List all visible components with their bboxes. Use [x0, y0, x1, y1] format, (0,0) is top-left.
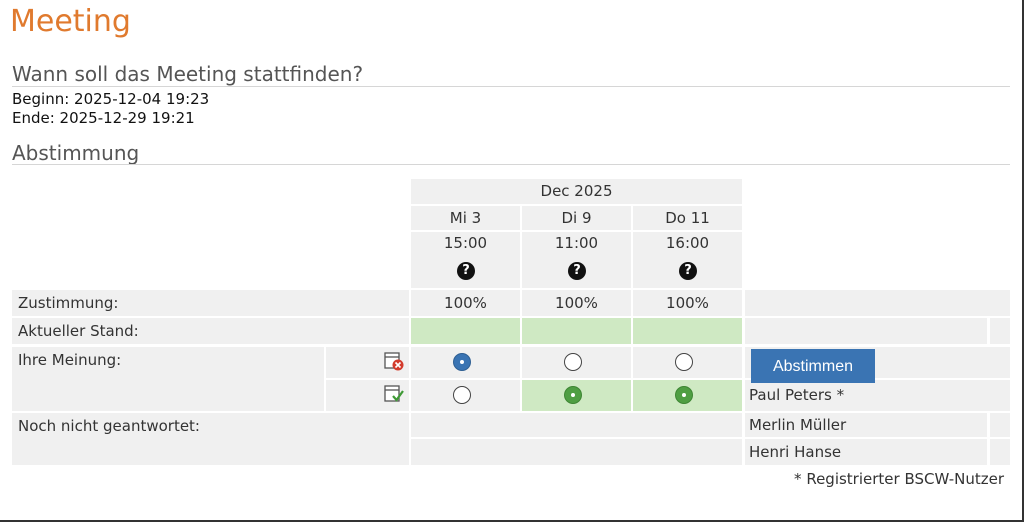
end-date: Ende: 2025-12-29 19:21	[12, 109, 195, 127]
not-answered-cell	[411, 413, 742, 437]
vote-cell	[633, 347, 742, 378]
participant-name: Merlin Müller	[745, 413, 987, 437]
not-answered-filler	[990, 439, 1010, 465]
participant-name: Henri Hanse	[745, 439, 987, 465]
agreement-value-2: 100%	[522, 290, 631, 316]
radio-selected[interactable]	[675, 386, 693, 404]
help-icon[interactable]: ?	[457, 262, 475, 280]
current-status-2	[522, 318, 631, 344]
calendar-accept-icon[interactable]	[383, 383, 405, 405]
help-icon[interactable]: ?	[679, 262, 697, 280]
decline-icon-cell	[326, 347, 409, 378]
your-opinion-label: Ihre Meinung:	[12, 347, 324, 411]
agreement-value-3: 100%	[633, 290, 742, 316]
month-header: Dec 2025	[411, 179, 742, 204]
when-heading: Wann soll das Meeting stattfinden?	[12, 62, 364, 86]
divider	[12, 86, 1010, 87]
time-cell-2: 11:00 ?	[522, 232, 631, 288]
vote-cell	[411, 380, 520, 411]
accept-icon-cell	[326, 380, 409, 411]
page-title: Meeting	[10, 4, 131, 39]
radio-selected[interactable]	[564, 386, 582, 404]
help-icon[interactable]: ?	[568, 262, 586, 280]
radio-unselected[interactable]	[564, 353, 582, 371]
radio-unselected[interactable]	[453, 386, 471, 404]
radio-unselected[interactable]	[675, 353, 693, 371]
time-cell-1: 15:00 ?	[411, 232, 520, 288]
current-status-3	[633, 318, 742, 344]
vote-heading: Abstimmung	[12, 141, 140, 165]
participant-name: Paul Peters *	[745, 380, 1010, 411]
time-cell-3: 16:00 ?	[633, 232, 742, 288]
current-status-label: Aktueller Stand:	[12, 318, 409, 344]
time-label: 11:00	[554, 234, 599, 252]
day-header-3: Do 11	[633, 206, 742, 230]
current-status-filler	[990, 318, 1010, 344]
radio-selected[interactable]	[453, 353, 471, 371]
vote-cell	[522, 347, 631, 378]
current-status-1	[411, 318, 520, 344]
day-header-1: Mi 3	[411, 206, 520, 230]
vote-cell	[522, 380, 631, 411]
vote-cell	[633, 380, 742, 411]
divider	[12, 164, 1010, 165]
day-header-2: Di 9	[522, 206, 631, 230]
not-answered-filler	[990, 413, 1010, 437]
not-answered-cell	[411, 439, 742, 465]
agreement-value-1: 100%	[411, 290, 520, 316]
footnote: * Registrierter BSCW-Nutzer	[794, 470, 1004, 488]
agreement-filler	[745, 290, 1010, 316]
current-status-filler	[745, 318, 987, 344]
time-label: 15:00	[443, 234, 488, 252]
agreement-label: Zustimmung:	[12, 290, 409, 316]
not-answered-label: Noch nicht geantwortet:	[12, 413, 409, 465]
begin-date: Beginn: 2025-12-04 19:23	[12, 90, 210, 108]
vote-cell	[411, 347, 520, 378]
time-label: 16:00	[665, 234, 710, 252]
vote-button[interactable]: Abstimmen	[751, 349, 875, 383]
calendar-decline-icon[interactable]	[383, 350, 405, 372]
